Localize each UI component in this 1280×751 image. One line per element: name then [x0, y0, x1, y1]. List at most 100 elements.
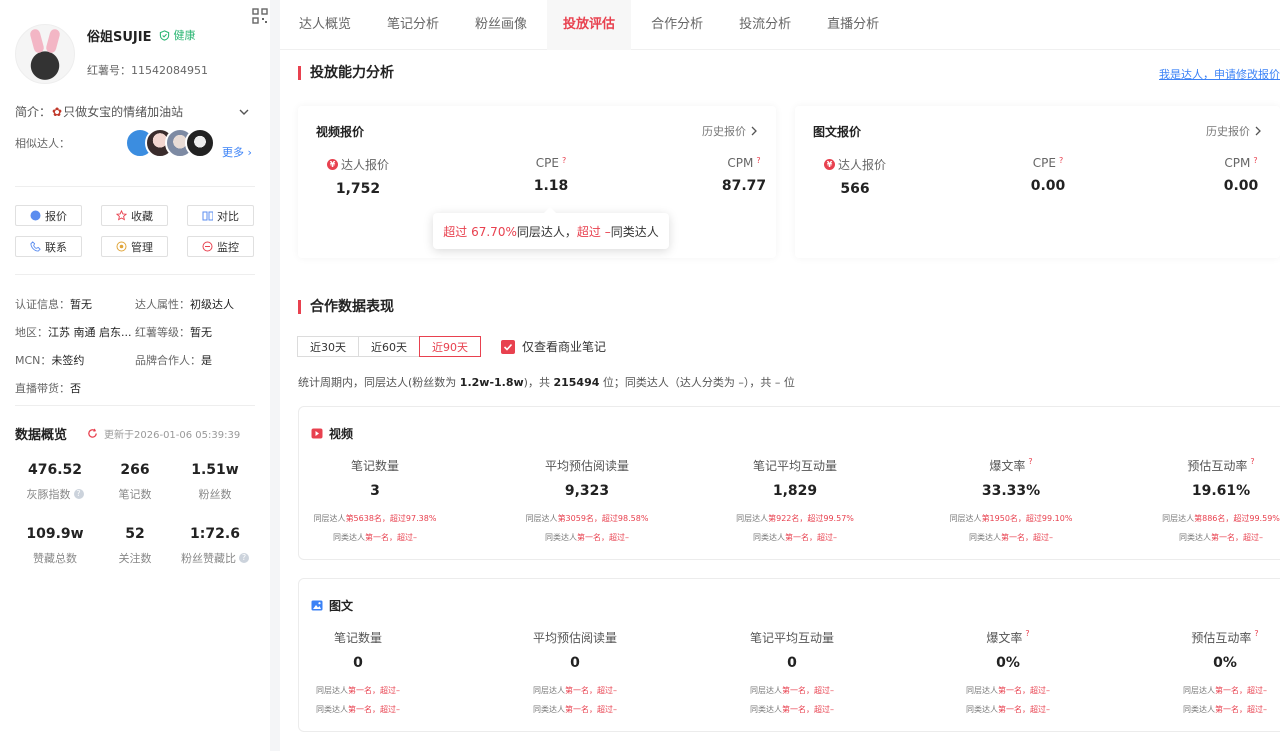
qr-code-icon[interactable] — [252, 8, 268, 24]
help-icon[interactable]: ? — [239, 553, 249, 563]
chevron-down-icon[interactable] — [238, 106, 250, 118]
compare-icon — [202, 211, 213, 221]
card-title: 视频 — [311, 425, 353, 442]
help-icon[interactable]: ? — [1253, 156, 1257, 165]
avatar — [15, 24, 75, 84]
card-title: 视频报价 — [316, 125, 365, 139]
manage-button[interactable]: 管理 — [101, 236, 168, 257]
metric-note-count: 笔记数量 0 同层达人第一名，超过– 同类达人第一名，超过– — [316, 631, 400, 714]
profile-header: 俗姐SUJIE 健康 红薯号：11542084951 — [15, 24, 208, 84]
checkbox-label: 仅查看商业笔记 — [522, 340, 607, 354]
tab-live[interactable]: 直播分析 — [827, 0, 879, 50]
history-quote-link[interactable]: 历史报价 — [702, 123, 760, 139]
period-60-button[interactable]: 近60天 — [358, 336, 420, 357]
metric-interaction-rate: 预估互动率? 19.61% 同层达人第886名，超过99.59% 同类达人第一名，… — [1162, 457, 1280, 542]
contact-button[interactable]: 联系 — [15, 236, 82, 257]
favorite-button[interactable]: 收藏 — [101, 205, 168, 226]
metric-cpm: CPM? 0.00 — [1223, 156, 1259, 194]
help-icon[interactable]: ? — [1059, 156, 1063, 165]
commercial-only-checkbox[interactable]: 仅查看商业笔记 — [501, 338, 606, 355]
bio-label: 简介： — [15, 105, 52, 119]
help-icon[interactable]: ? — [1025, 629, 1029, 638]
stat-likes: 109.9w 赞藏总数 — [26, 526, 84, 565]
history-quote-link[interactable]: 历史报价 — [1206, 123, 1264, 139]
more-similar-link[interactable]: 更多 › — [222, 144, 252, 160]
yen-icon: ¥ — [326, 159, 338, 170]
star-icon — [116, 210, 127, 221]
health-badge: 健康 — [159, 27, 195, 43]
metric-quote: ¥ 达人报价 566 — [795, 156, 915, 197]
metric-cpe: CPE? 1.18 — [533, 156, 569, 194]
metric-interaction-rate: 预估互动率? 0% 同层达人第一名，超过– 同类达人第一名，超过– — [1183, 629, 1267, 714]
tab-ad-evaluation[interactable]: 投放评估 — [547, 0, 632, 50]
similar-label: 相似达人： — [15, 137, 70, 150]
red-id: 红薯号：11542084951 — [87, 64, 208, 77]
metric-viral-rate: 爆文率? 33.33% 同层达人第1950名，超过99.10% 同类达人第一名，超… — [949, 457, 1073, 542]
stat-fans: 1.51w 粉丝数 — [191, 462, 239, 501]
attr-type: 达人属性：初级达人 — [135, 298, 234, 311]
card-title: 图文报价 — [813, 125, 862, 139]
creator-attributes: 认证信息：暂无 达人属性：初级达人 地区：江苏 南通 启东... 红薯等级：暂无… — [15, 296, 255, 396]
quote-button[interactable]: 报价 — [15, 205, 82, 226]
help-icon[interactable]: ? — [1028, 457, 1032, 466]
section-title-ability: 投放能力分析 — [298, 66, 394, 80]
monitor-icon — [202, 241, 213, 252]
nickname: 俗姐SUJIE — [87, 29, 152, 45]
tab-notes[interactable]: 笔记分析 — [387, 0, 439, 50]
help-icon[interactable]: ? — [1250, 457, 1254, 466]
divider — [15, 186, 255, 187]
period-30-button[interactable]: 近30天 — [297, 336, 359, 357]
tab-overview[interactable]: 达人概览 — [299, 0, 351, 50]
main-panel: 达人概览 笔记分析 粉丝画像 投放评估 合作分析 投流分析 直播分析 投放能力分… — [280, 0, 1280, 751]
monitor-button[interactable]: 监控 — [187, 236, 254, 257]
health-text: 健康 — [173, 29, 196, 42]
tab-cooperation[interactable]: 合作分析 — [651, 0, 703, 50]
stat-notes: 266 笔记数 — [118, 462, 152, 501]
stat-index: 476.52 灰豚指数? — [26, 462, 84, 501]
bio-text: 只做女宝的情绪加油站 — [63, 105, 184, 119]
metric-cpm: CPM? 87.77 — [721, 156, 767, 194]
phone-icon — [30, 241, 41, 252]
chevron-right-icon — [751, 126, 757, 136]
card-title: 图文 — [311, 597, 353, 614]
metric-avg-interaction: 笔记平均互动量 0 同层达人第一名，超过– 同类达人第一名，超过– — [749, 631, 834, 714]
tab-traffic[interactable]: 投流分析 — [739, 0, 791, 50]
compare-button[interactable]: 对比 — [187, 205, 254, 226]
metric-viral-rate: 爆文率? 0% 同层达人第一名，超过– 同类达人第一名，超过– — [966, 629, 1050, 714]
edit-quote-link[interactable]: 我是达人，申请修改报价 — [1159, 66, 1280, 82]
video-data-card: 视频 笔记数量 3 同层达人第5638名，超过97.38% 同类达人第一名，超过–… — [298, 406, 1280, 560]
image-icon — [311, 600, 323, 611]
chevron-right-icon — [1255, 126, 1261, 136]
similar-avatars[interactable] — [125, 128, 215, 158]
help-icon[interactable]: ? — [562, 156, 566, 165]
image-data-card: 图文 笔记数量 0 同层达人第一名，超过– 同类达人第一名，超过– 平均预估阅读量… — [298, 578, 1280, 732]
tab-bar: 达人概览 笔记分析 粉丝画像 投放评估 合作分析 投流分析 直播分析 — [280, 0, 1280, 50]
stat-fans-like-ratio: 1:72.6 粉丝赞藏比? — [175, 526, 255, 566]
help-icon[interactable]: ? — [1254, 629, 1258, 638]
metric-note-count: 笔记数量 3 同层达人第5638名，超过97.38% 同类达人第一名，超过– — [313, 459, 437, 542]
sidebar: 俗姐SUJIE 健康 红薯号：11542084951 简介： ✿ 只做女宝的情绪… — [0, 0, 270, 751]
bio-row[interactable]: 简介： ✿ 只做女宝的情绪加油站 — [15, 103, 250, 120]
attr-region: 地区：江苏 南通 启东... — [15, 326, 132, 339]
period-90-button[interactable]: 近90天 — [419, 336, 481, 357]
metric-avg-read: 平均预估阅读量 0 同层达人第一名，超过– 同类达人第一名，超过– — [532, 631, 617, 714]
action-buttons: 报价 收藏 对比 联系 管理 监控 — [15, 205, 255, 257]
shield-check-icon — [160, 29, 170, 41]
attr-mcn: MCN：未签约 — [15, 354, 85, 367]
avatar[interactable] — [185, 128, 215, 158]
video-icon — [311, 428, 323, 439]
cpe-tooltip: 超过 67.70% 同层达人， 超过 – 同类达人 — [433, 207, 669, 249]
metric-avg-interaction: 笔记平均互动量 1,829 同层达人第922名，超过99.57% 同类达人第一名，… — [736, 459, 854, 542]
period-filter: 近30天 近60天 近90天 仅查看商业笔记 — [297, 336, 606, 357]
help-icon[interactable]: ? — [756, 156, 760, 165]
metric-quote: ¥ 达人报价 1,752 — [298, 156, 418, 197]
updated-time: 更新于2026-01-06 05:39:39 — [104, 430, 241, 441]
quote-icon — [30, 210, 41, 221]
attr-level: 红薯等级：暂无 — [135, 326, 212, 339]
manage-icon — [116, 241, 127, 252]
checkbox-checked-icon[interactable] — [501, 339, 515, 354]
refresh-button[interactable]: 更新于2026-01-06 05:39:39 — [87, 426, 240, 441]
attr-cert: 认证信息：暂无 — [15, 298, 92, 311]
tab-fans[interactable]: 粉丝画像 — [475, 0, 527, 50]
help-icon[interactable]: ? — [73, 489, 84, 499]
